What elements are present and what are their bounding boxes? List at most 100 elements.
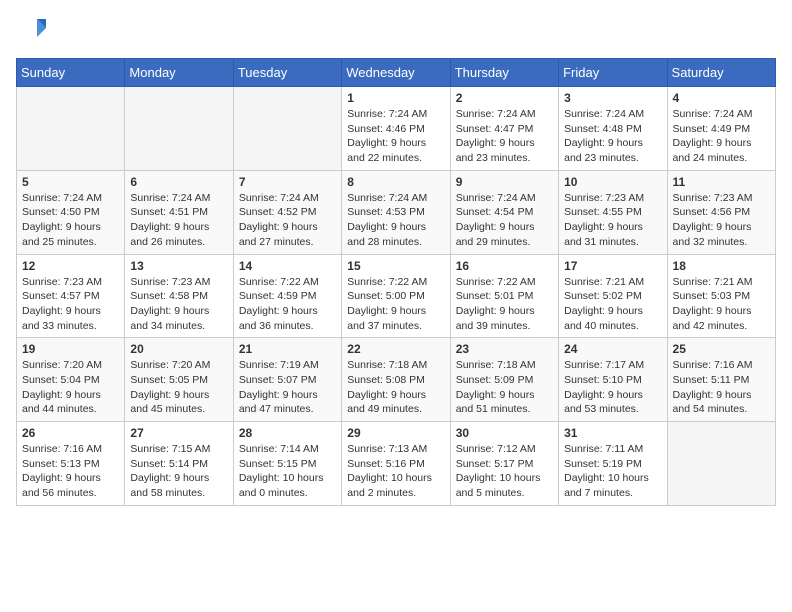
day-number: 17 xyxy=(564,259,661,273)
day-number: 26 xyxy=(22,426,119,440)
calendar-cell: 7 Sunrise: 7:24 AM Sunset: 4:52 PM Daylig… xyxy=(233,170,341,254)
calendar-cell: 6 Sunrise: 7:24 AM Sunset: 4:51 PM Daylig… xyxy=(125,170,233,254)
day-number: 23 xyxy=(456,342,553,356)
day-info: Sunrise: 7:23 AM Sunset: 4:58 PM Dayligh… xyxy=(130,275,227,334)
day-info: Sunrise: 7:24 AM Sunset: 4:50 PM Dayligh… xyxy=(22,191,119,250)
logo xyxy=(16,16,50,46)
day-info: Sunrise: 7:24 AM Sunset: 4:51 PM Dayligh… xyxy=(130,191,227,250)
day-number: 14 xyxy=(239,259,336,273)
calendar-cell: 10 Sunrise: 7:23 AM Sunset: 4:55 PM Dayli… xyxy=(559,170,667,254)
day-number: 15 xyxy=(347,259,444,273)
day-number: 2 xyxy=(456,91,553,105)
day-number: 29 xyxy=(347,426,444,440)
day-info: Sunrise: 7:24 AM Sunset: 4:52 PM Dayligh… xyxy=(239,191,336,250)
day-info: Sunrise: 7:23 AM Sunset: 4:56 PM Dayligh… xyxy=(673,191,770,250)
weekday-header-thursday: Thursday xyxy=(450,59,558,87)
day-info: Sunrise: 7:18 AM Sunset: 5:08 PM Dayligh… xyxy=(347,358,444,417)
weekday-header-sunday: Sunday xyxy=(17,59,125,87)
calendar-cell: 26 Sunrise: 7:16 AM Sunset: 5:13 PM Dayli… xyxy=(17,422,125,506)
weekday-header-tuesday: Tuesday xyxy=(233,59,341,87)
calendar-cell xyxy=(17,87,125,171)
day-number: 28 xyxy=(239,426,336,440)
calendar-cell: 31 Sunrise: 7:11 AM Sunset: 5:19 PM Dayli… xyxy=(559,422,667,506)
day-number: 22 xyxy=(347,342,444,356)
calendar-week-2: 5 Sunrise: 7:24 AM Sunset: 4:50 PM Daylig… xyxy=(17,170,776,254)
day-info: Sunrise: 7:22 AM Sunset: 5:01 PM Dayligh… xyxy=(456,275,553,334)
calendar-cell: 16 Sunrise: 7:22 AM Sunset: 5:01 PM Dayli… xyxy=(450,254,558,338)
day-info: Sunrise: 7:20 AM Sunset: 5:04 PM Dayligh… xyxy=(22,358,119,417)
weekday-header-wednesday: Wednesday xyxy=(342,59,450,87)
day-number: 12 xyxy=(22,259,119,273)
day-info: Sunrise: 7:24 AM Sunset: 4:49 PM Dayligh… xyxy=(673,107,770,166)
day-info: Sunrise: 7:21 AM Sunset: 5:03 PM Dayligh… xyxy=(673,275,770,334)
day-info: Sunrise: 7:18 AM Sunset: 5:09 PM Dayligh… xyxy=(456,358,553,417)
calendar-table: SundayMondayTuesdayWednesdayThursdayFrid… xyxy=(16,58,776,506)
day-number: 7 xyxy=(239,175,336,189)
day-info: Sunrise: 7:23 AM Sunset: 4:57 PM Dayligh… xyxy=(22,275,119,334)
calendar-cell: 4 Sunrise: 7:24 AM Sunset: 4:49 PM Daylig… xyxy=(667,87,775,171)
day-info: Sunrise: 7:13 AM Sunset: 5:16 PM Dayligh… xyxy=(347,442,444,501)
calendar-cell: 5 Sunrise: 7:24 AM Sunset: 4:50 PM Daylig… xyxy=(17,170,125,254)
day-number: 16 xyxy=(456,259,553,273)
calendar-cell: 9Sunrise: 7:24 AM Sunset: 4:54 PM Daylig… xyxy=(450,170,558,254)
calendar-cell: 22 Sunrise: 7:18 AM Sunset: 5:08 PM Dayli… xyxy=(342,338,450,422)
day-number: 10 xyxy=(564,175,661,189)
calendar-cell: 14 Sunrise: 7:22 AM Sunset: 4:59 PM Dayli… xyxy=(233,254,341,338)
day-number: 11 xyxy=(673,175,770,189)
day-info: Sunrise: 7:19 AM Sunset: 5:07 PM Dayligh… xyxy=(239,358,336,417)
day-number: 30 xyxy=(456,426,553,440)
calendar-cell xyxy=(125,87,233,171)
day-number: 20 xyxy=(130,342,227,356)
day-number: 19 xyxy=(22,342,119,356)
day-info: Sunrise: 7:17 AM Sunset: 5:10 PM Dayligh… xyxy=(564,358,661,417)
day-info: Sunrise: 7:22 AM Sunset: 4:59 PM Dayligh… xyxy=(239,275,336,334)
day-info: Sunrise: 7:16 AM Sunset: 5:11 PM Dayligh… xyxy=(673,358,770,417)
day-info: Sunrise: 7:20 AM Sunset: 5:05 PM Dayligh… xyxy=(130,358,227,417)
day-number: 13 xyxy=(130,259,227,273)
day-info: Sunrise: 7:16 AM Sunset: 5:13 PM Dayligh… xyxy=(22,442,119,501)
calendar-cell: 3 Sunrise: 7:24 AM Sunset: 4:48 PM Daylig… xyxy=(559,87,667,171)
day-info: Sunrise: 7:24 AM Sunset: 4:47 PM Dayligh… xyxy=(456,107,553,166)
calendar-cell: 25Sunrise: 7:16 AM Sunset: 5:11 PM Dayli… xyxy=(667,338,775,422)
day-number: 31 xyxy=(564,426,661,440)
day-number: 9 xyxy=(456,175,553,189)
day-number: 1 xyxy=(347,91,444,105)
day-info: Sunrise: 7:23 AM Sunset: 4:55 PM Dayligh… xyxy=(564,191,661,250)
calendar-cell: 11 Sunrise: 7:23 AM Sunset: 4:56 PM Dayli… xyxy=(667,170,775,254)
day-info: Sunrise: 7:11 AM Sunset: 5:19 PM Dayligh… xyxy=(564,442,661,501)
day-number: 27 xyxy=(130,426,227,440)
weekday-header-row: SundayMondayTuesdayWednesdayThursdayFrid… xyxy=(17,59,776,87)
calendar-cell: 21 Sunrise: 7:19 AM Sunset: 5:07 PM Dayli… xyxy=(233,338,341,422)
calendar-cell: 30 Sunrise: 7:12 AM Sunset: 5:17 PM Dayli… xyxy=(450,422,558,506)
logo-icon xyxy=(16,16,46,46)
weekday-header-monday: Monday xyxy=(125,59,233,87)
calendar-cell: 27 Sunrise: 7:15 AM Sunset: 5:14 PM Dayli… xyxy=(125,422,233,506)
calendar-cell xyxy=(667,422,775,506)
page-header xyxy=(16,16,776,46)
day-info: Sunrise: 7:24 AM Sunset: 4:46 PM Dayligh… xyxy=(347,107,444,166)
day-number: 3 xyxy=(564,91,661,105)
calendar-cell: 12 Sunrise: 7:23 AM Sunset: 4:57 PM Dayli… xyxy=(17,254,125,338)
calendar-week-4: 19 Sunrise: 7:20 AM Sunset: 5:04 PM Dayli… xyxy=(17,338,776,422)
calendar-cell: 29 Sunrise: 7:13 AM Sunset: 5:16 PM Dayli… xyxy=(342,422,450,506)
day-number: 6 xyxy=(130,175,227,189)
calendar-cell: 2 Sunrise: 7:24 AM Sunset: 4:47 PM Daylig… xyxy=(450,87,558,171)
calendar-week-1: 1 Sunrise: 7:24 AM Sunset: 4:46 PM Daylig… xyxy=(17,87,776,171)
day-number: 24 xyxy=(564,342,661,356)
day-number: 5 xyxy=(22,175,119,189)
day-info: Sunrise: 7:15 AM Sunset: 5:14 PM Dayligh… xyxy=(130,442,227,501)
weekday-header-saturday: Saturday xyxy=(667,59,775,87)
day-info: Sunrise: 7:21 AM Sunset: 5:02 PM Dayligh… xyxy=(564,275,661,334)
calendar-week-3: 12 Sunrise: 7:23 AM Sunset: 4:57 PM Dayli… xyxy=(17,254,776,338)
calendar-cell: 23 Sunrise: 7:18 AM Sunset: 5:09 PM Dayli… xyxy=(450,338,558,422)
day-number: 4 xyxy=(673,91,770,105)
day-info: Sunrise: 7:12 AM Sunset: 5:17 PM Dayligh… xyxy=(456,442,553,501)
weekday-header-friday: Friday xyxy=(559,59,667,87)
day-info: Sunrise: 7:24 AM Sunset: 4:53 PM Dayligh… xyxy=(347,191,444,250)
day-number: 21 xyxy=(239,342,336,356)
calendar-cell: 28Sunrise: 7:14 AM Sunset: 5:15 PM Dayli… xyxy=(233,422,341,506)
calendar-cell: 17 Sunrise: 7:21 AM Sunset: 5:02 PM Dayli… xyxy=(559,254,667,338)
calendar-cell: 20 Sunrise: 7:20 AM Sunset: 5:05 PM Dayli… xyxy=(125,338,233,422)
calendar-week-5: 26 Sunrise: 7:16 AM Sunset: 5:13 PM Dayli… xyxy=(17,422,776,506)
day-info: Sunrise: 7:24 AM Sunset: 4:48 PM Dayligh… xyxy=(564,107,661,166)
